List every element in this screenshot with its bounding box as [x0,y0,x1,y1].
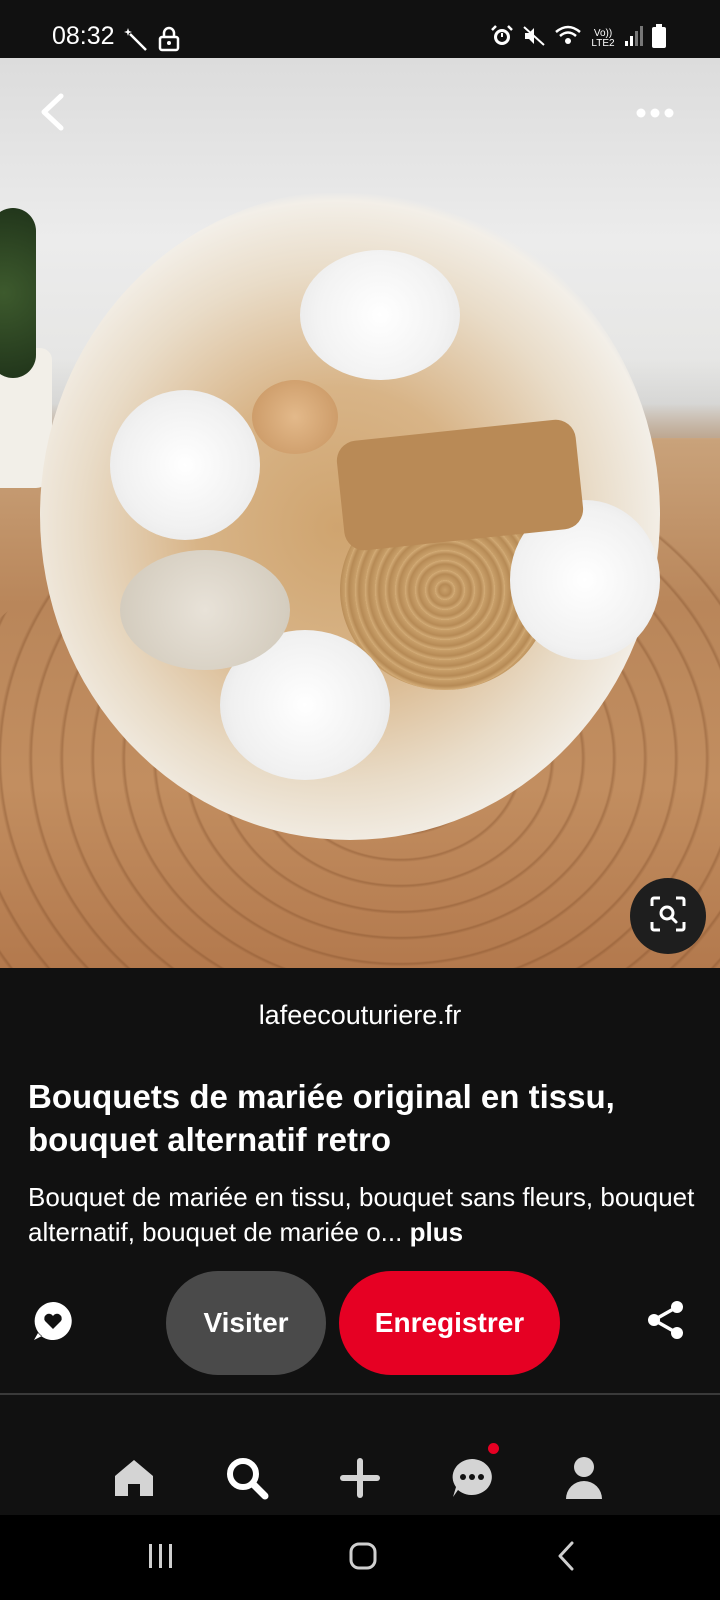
magic-wand-icon [124,26,150,57]
white-rose [300,250,460,380]
more-options-icon [636,105,674,123]
system-back-button[interactable] [536,1535,596,1581]
mute-icon [522,24,546,53]
notification-dot [488,1443,499,1454]
system-home-button[interactable] [333,1535,393,1581]
paper-flower [120,550,290,670]
system-nav [0,1515,720,1600]
nav-profile[interactable] [554,1450,614,1510]
back-icon [556,1541,576,1576]
share-button[interactable] [646,1300,690,1344]
back-button[interactable] [30,92,74,136]
signal-icon [624,25,644,52]
wifi-icon [554,24,582,53]
battery-icon [652,24,666,53]
volte-icon: Vo)) LTE2 [591,27,615,49]
bottom-nav [0,1440,720,1520]
white-rose [110,390,260,540]
pin-image[interactable] [0,58,720,968]
home-icon [113,1458,155,1503]
save-button[interactable]: Enregistrer [339,1271,560,1375]
pin-description-text: Bouquet de mariée en tissu, bouquet sans… [28,1182,695,1247]
search-icon [225,1456,269,1505]
nav-messages[interactable] [442,1450,502,1510]
recents-icon [146,1542,176,1575]
bouquet [40,190,660,840]
alarm-icon [490,24,514,53]
share-icon [646,1301,686,1344]
more-options-button[interactable] [630,94,680,134]
comment-button[interactable] [32,1300,78,1346]
lock-icon [158,26,180,57]
divider [0,1393,720,1395]
plant [0,208,36,378]
visual-search-icon [649,895,687,938]
status-right-icons: Vo)) LTE2 [490,24,666,53]
create-icon [339,1457,381,1504]
pin-description: Bouquet de mariée en tissu, bouquet sans… [28,1180,698,1250]
nav-search[interactable] [217,1450,277,1510]
system-recents-button[interactable] [131,1535,191,1581]
comment-icon [32,1302,74,1346]
nav-create[interactable] [330,1450,390,1510]
messages-icon [450,1457,494,1504]
nav-home[interactable] [104,1450,164,1510]
wooden-button [252,380,338,454]
visual-search-button[interactable] [630,878,706,954]
visit-button[interactable]: Visiter [166,1271,326,1375]
back-arrow-icon [39,93,65,136]
profile-icon [564,1456,604,1505]
source-domain-link[interactable]: lafeecouturiere.fr [0,1000,720,1031]
pin-title: Bouquets de mariée original en tissu, bo… [28,1078,615,1158]
status-time: 08:32 [52,22,115,50]
status-bar: 08:32 Vo)) LTE2 [0,0,720,58]
status-left-icons [124,26,180,57]
more-link[interactable]: plus [410,1217,463,1247]
home-icon [348,1541,378,1576]
